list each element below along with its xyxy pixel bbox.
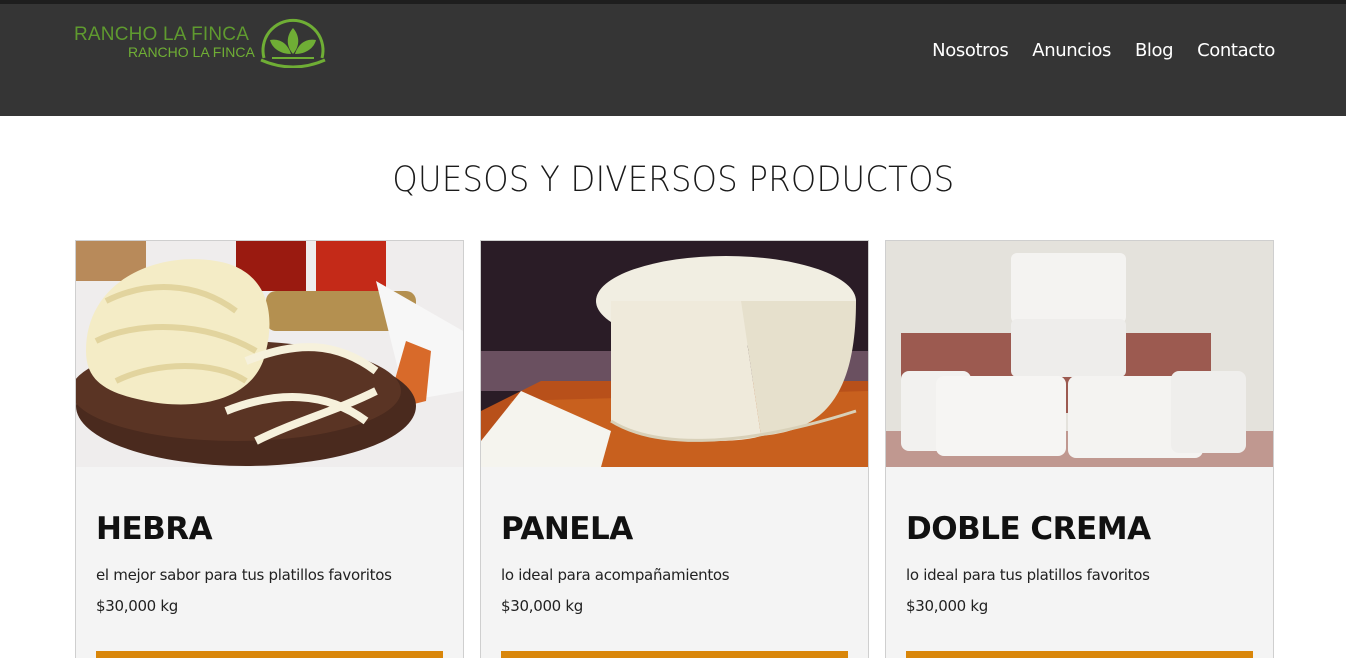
product-card-hebra: HEBRA el mejor sabor para tus platillos … <box>75 240 464 658</box>
string-cheese-photo <box>76 241 463 467</box>
section-title: QUESOS Y DIVERSOS PRODUCTOS <box>391 160 955 200</box>
product-name: DOBLE CREMA <box>906 511 1151 547</box>
product-card-panela: PANELA lo ideal para acompañamientos $30… <box>480 240 869 658</box>
product-price: $30,000 kg <box>906 597 989 615</box>
product-card-doble-crema: DOBLE CREMA lo ideal para tus platillos … <box>885 240 1274 658</box>
brand-logo[interactable]: RANCHO LA FINCA RANCHO LA FINCA <box>74 18 334 72</box>
panela-cheese-photo <box>481 241 868 467</box>
product-description: el mejor sabor para tus platillos favori… <box>96 566 392 584</box>
product-description: lo ideal para tus platillos favoritos <box>906 566 1150 584</box>
main-nav: Nosotros Anuncios Blog Contacto <box>932 40 1275 61</box>
doble-crema-cheese-photo <box>886 241 1273 467</box>
nav-link-blog[interactable]: Blog <box>1135 40 1174 61</box>
product-description: lo ideal para acompañamientos <box>501 566 730 584</box>
product-button-hebra[interactable] <box>96 651 443 658</box>
product-button-panela[interactable] <box>501 651 848 658</box>
brand-name-line1: RANCHO LA FINCA <box>74 24 250 45</box>
product-name: PANELA <box>501 511 633 547</box>
product-button-doble-crema[interactable] <box>906 651 1253 658</box>
nav-link-nosotros[interactable]: Nosotros <box>932 40 1009 61</box>
product-price: $30,000 kg <box>501 597 584 615</box>
leaf-logo-icon <box>260 18 326 68</box>
product-price: $30,000 kg <box>96 597 179 615</box>
site-header: RANCHO LA FINCA RANCHO LA FINCA Nosotros… <box>0 4 1346 116</box>
nav-link-anuncios[interactable]: Anuncios <box>1032 40 1111 61</box>
product-name: HEBRA <box>96 511 213 547</box>
nav-link-contacto[interactable]: Contacto <box>1197 40 1275 61</box>
brand-name-line2: RANCHO LA FINCA <box>128 44 255 60</box>
